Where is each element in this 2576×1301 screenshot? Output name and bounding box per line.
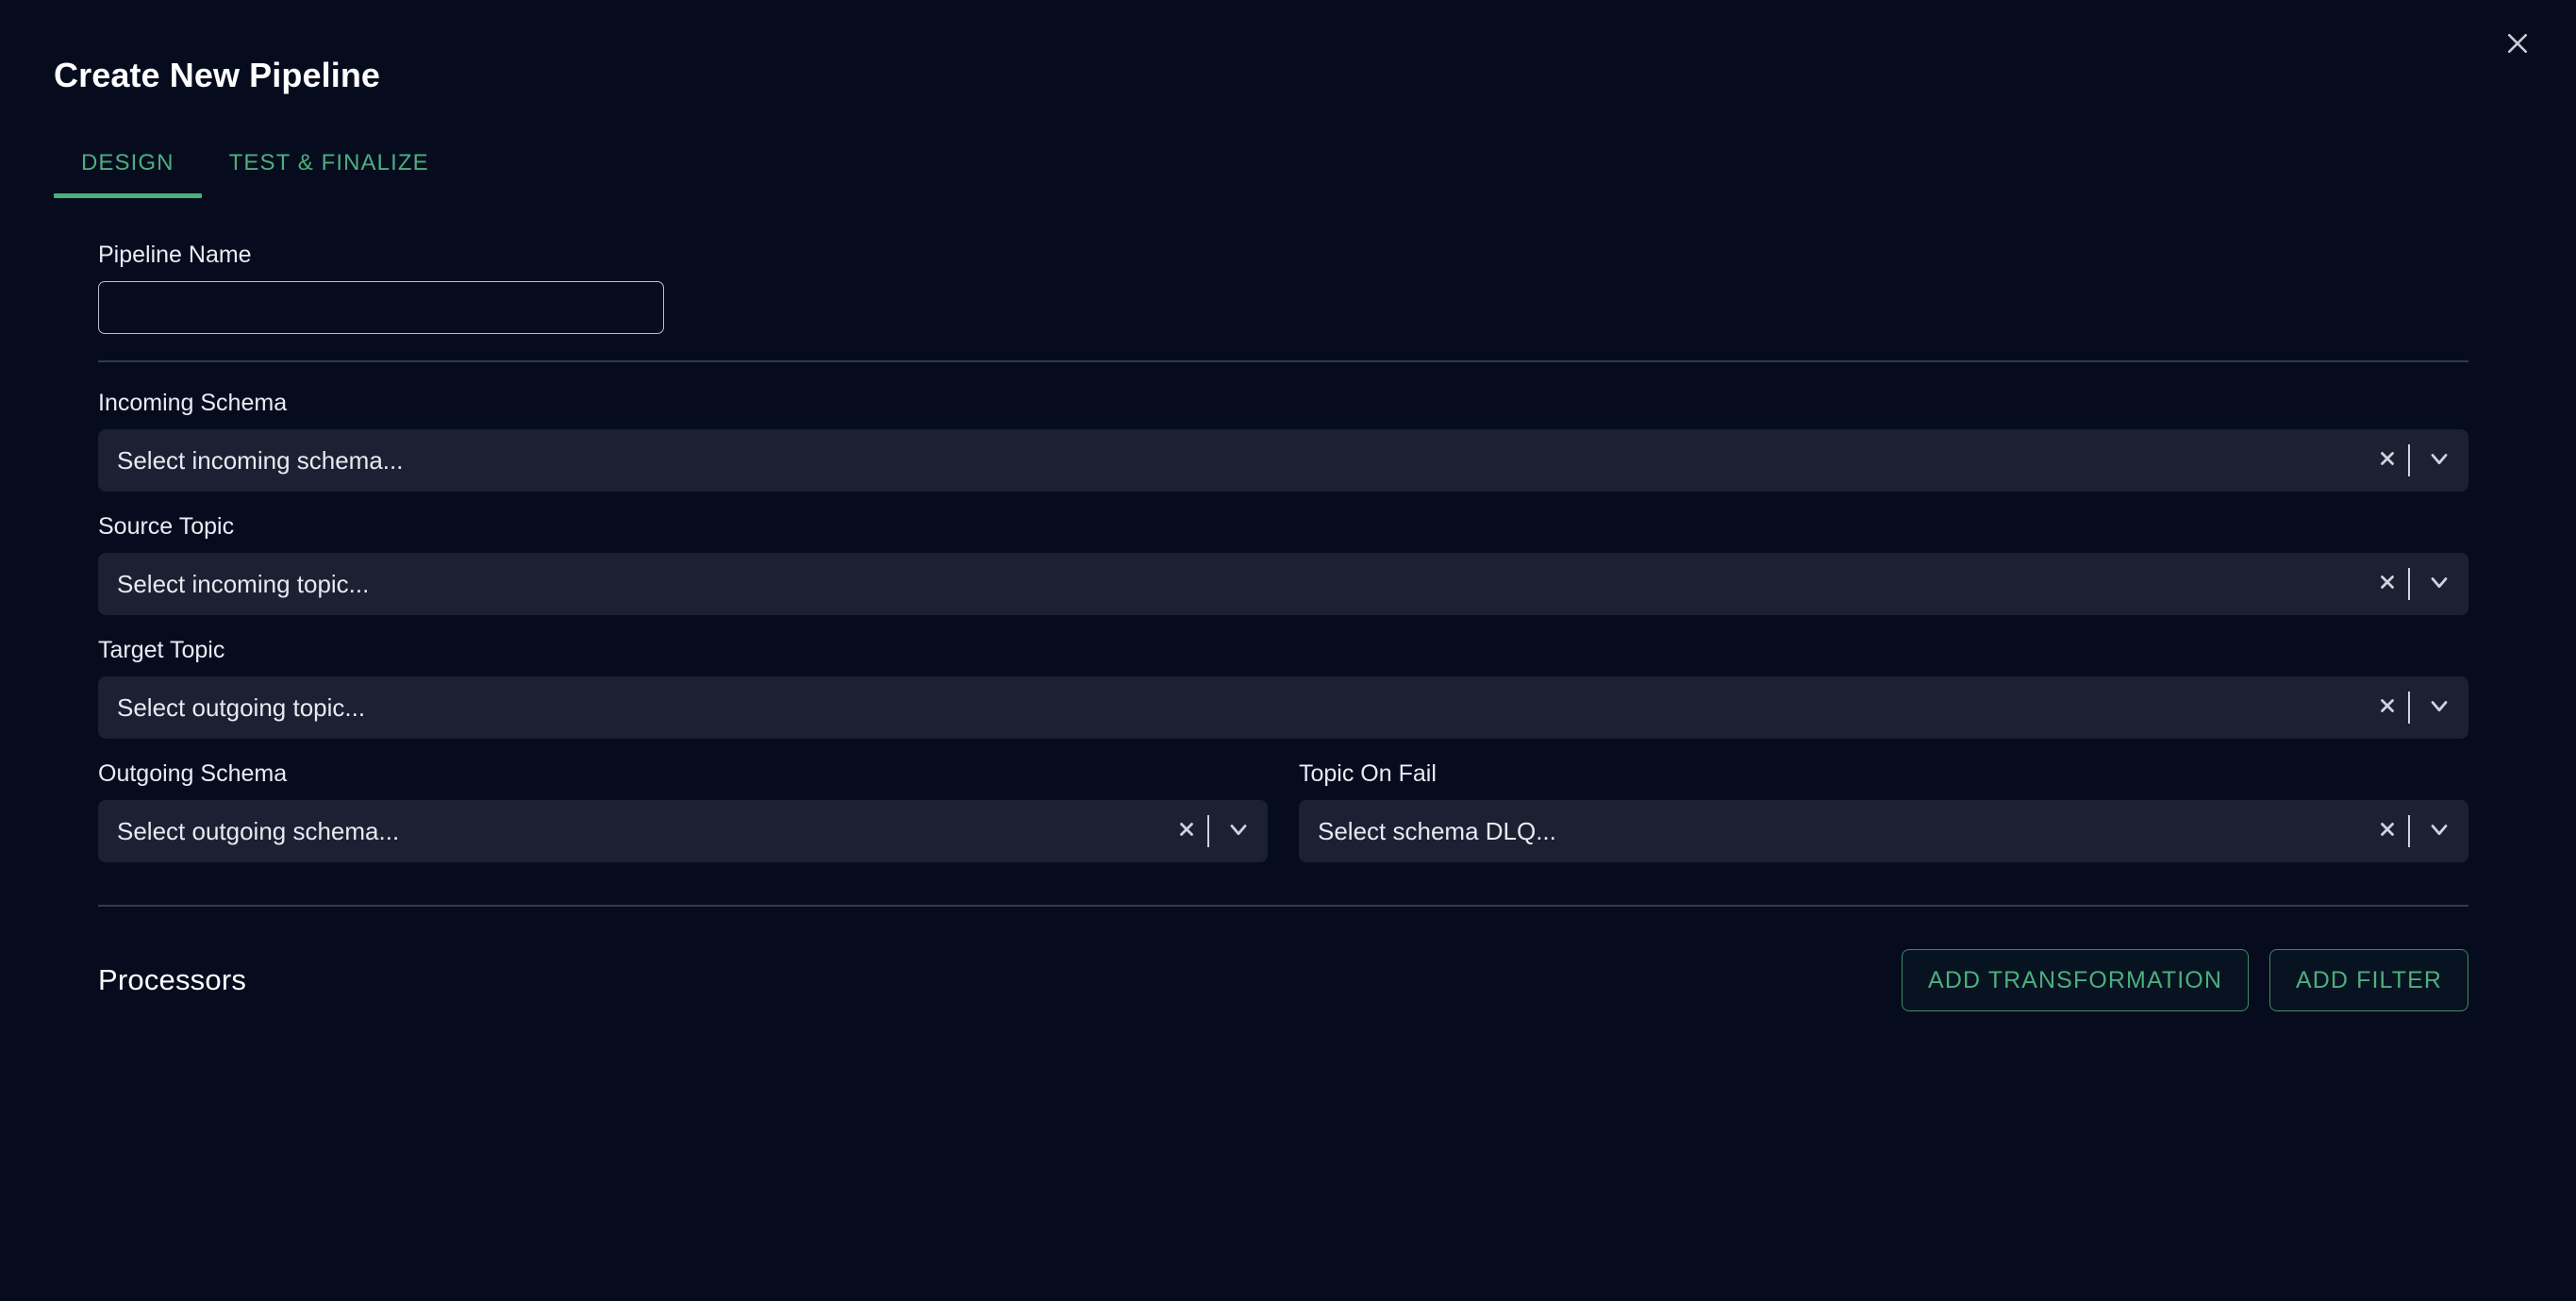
target-topic-dropdown-button[interactable]: [2410, 676, 2468, 739]
tab-design[interactable]: DESIGN: [54, 128, 202, 198]
processors-section: Processors ADD TRANSFORMATION ADD FILTER: [98, 944, 2468, 1016]
outgoing-schema-label: Outgoing Schema: [98, 760, 288, 787]
topic-on-fail-dropdown-button[interactable]: [2410, 800, 2468, 862]
topic-on-fail-clear-button[interactable]: [2367, 800, 2408, 862]
incoming-schema-label: Incoming Schema: [98, 390, 288, 416]
close-icon: [2503, 29, 2532, 58]
field-source-topic: Source Topic Select incoming topic...: [98, 512, 2468, 615]
chevron-down-icon: [2426, 692, 2452, 724]
page-title: Create New Pipeline: [54, 56, 381, 94]
pipeline-name-input[interactable]: [98, 281, 664, 334]
close-icon: [2377, 819, 2398, 844]
target-topic-label: Target Topic: [98, 637, 225, 663]
close-icon: [2377, 695, 2398, 721]
chevron-down-icon: [2426, 816, 2452, 847]
source-topic-label: Source Topic: [98, 513, 235, 540]
field-topic-on-fail: Topic On Fail Select schema DLQ...: [1299, 759, 2468, 862]
topic-on-fail-select[interactable]: Select schema DLQ...: [1299, 800, 2468, 862]
two-column-row: Outgoing Schema Select outgoing schema..…: [98, 759, 2468, 862]
incoming-schema-value: Select incoming schema...: [117, 445, 404, 475]
chevron-down-icon: [2426, 569, 2452, 600]
pipeline-form: Pipeline Name Incoming Schema Select inc…: [98, 241, 2468, 1016]
tab-test-and-finalize[interactable]: TEST & FINALIZE: [202, 128, 457, 198]
outgoing-schema-select[interactable]: Select outgoing schema...: [98, 800, 1268, 862]
chevron-down-icon: [1225, 816, 1252, 847]
processors-actions: ADD TRANSFORMATION ADD FILTER: [1902, 949, 2468, 1011]
processors-heading: Processors: [98, 963, 247, 996]
outgoing-schema-dropdown-button[interactable]: [1209, 800, 1268, 862]
close-icon: [2377, 448, 2398, 474]
topic-on-fail-label: Topic On Fail: [1299, 760, 1437, 787]
incoming-schema-dropdown-button[interactable]: [2410, 429, 2468, 492]
add-filter-button[interactable]: ADD FILTER: [2269, 949, 2468, 1011]
field-pipeline-name: Pipeline Name: [98, 241, 2468, 334]
outgoing-schema-clear-button[interactable]: [1166, 800, 1207, 862]
source-topic-dropdown-button[interactable]: [2410, 553, 2468, 615]
tab-test-and-finalize-label: TEST & FINALIZE: [228, 150, 429, 175]
add-transformation-button[interactable]: ADD TRANSFORMATION: [1902, 949, 2249, 1011]
target-topic-clear-button[interactable]: [2367, 676, 2408, 739]
target-topic-select[interactable]: Select outgoing topic...: [98, 676, 2468, 739]
field-target-topic: Target Topic Select outgoing topic...: [98, 636, 2468, 739]
source-topic-select[interactable]: Select incoming topic...: [98, 553, 2468, 615]
source-topic-clear-button[interactable]: [2367, 553, 2408, 615]
outgoing-schema-value: Select outgoing schema...: [117, 816, 400, 845]
pipeline-name-label: Pipeline Name: [98, 242, 252, 268]
chevron-down-icon: [2426, 445, 2452, 476]
target-topic-value: Select outgoing topic...: [117, 692, 366, 722]
topic-on-fail-value: Select schema DLQ...: [1318, 816, 1556, 845]
incoming-schema-clear-button[interactable]: [2367, 429, 2408, 492]
create-pipeline-dialog: Create New Pipeline DESIGN TEST & FINALI…: [0, 0, 2576, 1301]
tab-design-label: DESIGN: [81, 150, 175, 175]
close-icon: [1176, 819, 1197, 844]
close-icon: [2377, 572, 2398, 597]
active-tab-indicator: [54, 193, 202, 198]
field-incoming-schema: Incoming Schema Select incoming schema..…: [98, 389, 2468, 492]
source-topic-value: Select incoming topic...: [117, 569, 370, 598]
incoming-schema-select[interactable]: Select incoming schema...: [98, 429, 2468, 492]
tab-bar: DESIGN TEST & FINALIZE: [54, 128, 457, 202]
close-dialog-button[interactable]: [2495, 21, 2540, 66]
field-outgoing-schema: Outgoing Schema Select outgoing schema..…: [98, 759, 1268, 862]
